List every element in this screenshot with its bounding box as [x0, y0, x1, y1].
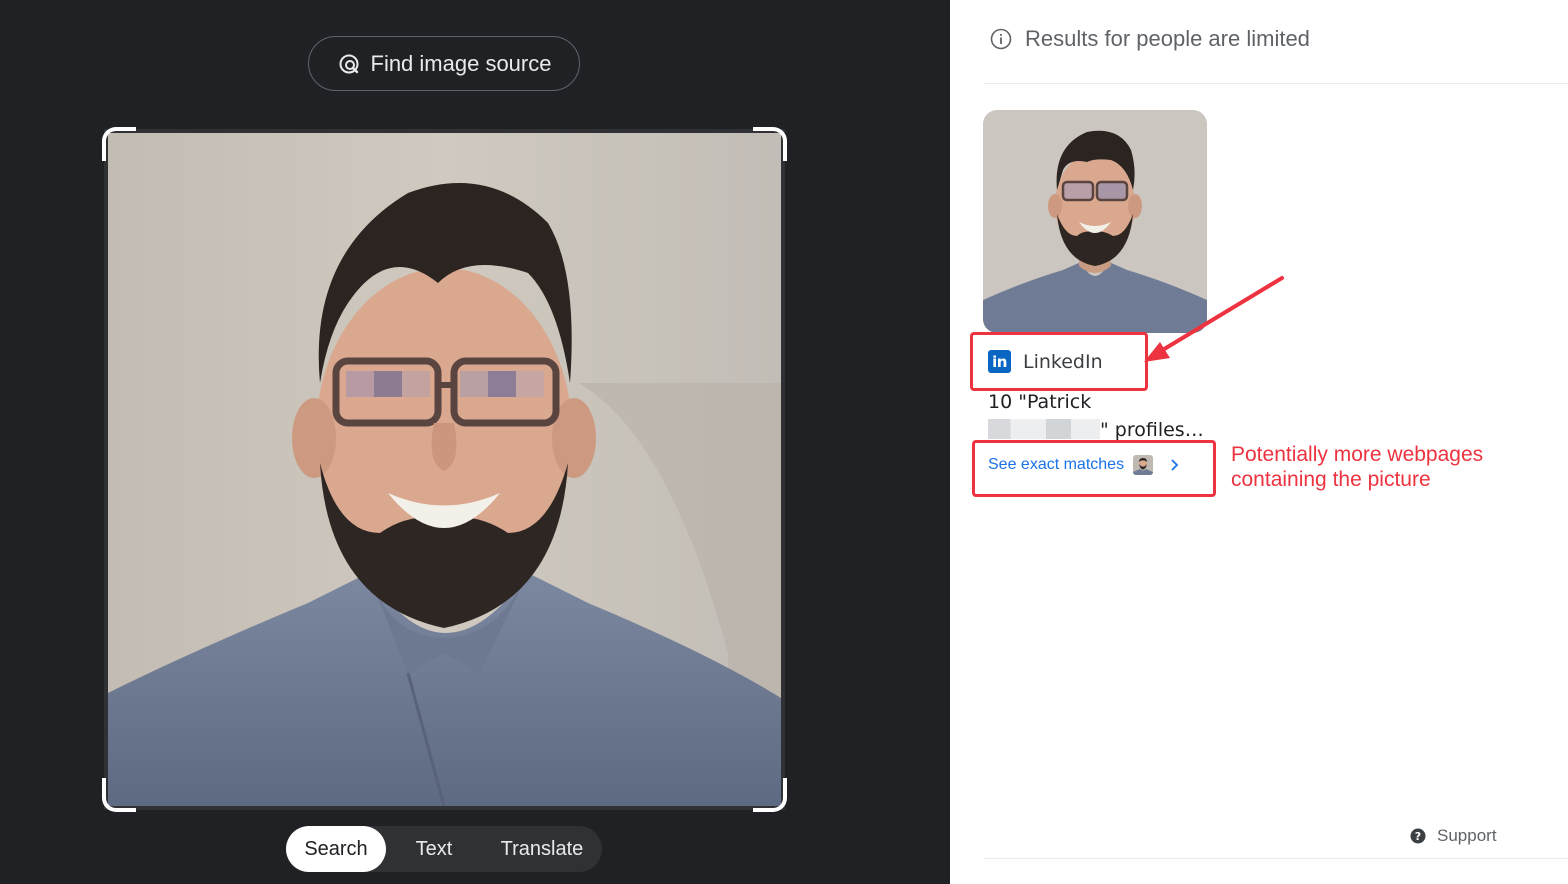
- tab-text[interactable]: Text: [386, 826, 482, 872]
- results-limited-notice: Results for people are limited: [990, 26, 1310, 52]
- selected-image-frame[interactable]: [102, 127, 787, 812]
- find-image-source-label: Find image source: [370, 50, 552, 76]
- crop-handle-top-right[interactable]: [753, 127, 787, 161]
- annotation-box-matches: [972, 440, 1216, 497]
- portrait-photo: [108, 133, 781, 806]
- lens-image-pane: Find image source Search Text Translate: [0, 0, 950, 884]
- result-title[interactable]: 10 "Patrick " profiles…: [988, 388, 1218, 444]
- crop-handle-top-left[interactable]: [102, 127, 136, 161]
- crop-handle-bottom-right[interactable]: [753, 778, 787, 812]
- lens-mode-tabs: Search Text Translate: [286, 826, 602, 872]
- info-icon[interactable]: [990, 28, 1012, 50]
- results-pane: Results for people are limited in Linked…: [950, 0, 1568, 884]
- help-icon: ?: [1410, 828, 1426, 844]
- divider: [984, 858, 1568, 859]
- tab-search[interactable]: Search: [286, 826, 386, 872]
- lens-search-icon: [337, 52, 361, 76]
- svg-text:?: ?: [1415, 830, 1421, 843]
- annotation-arrow: [1144, 276, 1284, 362]
- result-title-line2: " profiles…: [1100, 419, 1204, 441]
- tab-translate[interactable]: Translate: [482, 826, 602, 872]
- result-title-line1: 10 "Patrick: [988, 391, 1092, 413]
- notice-text: Results for people are limited: [1025, 26, 1310, 51]
- annotation-box-source: [970, 332, 1148, 391]
- divider: [984, 83, 1568, 84]
- support-label: Support: [1437, 826, 1497, 845]
- crop-handle-bottom-left[interactable]: [102, 778, 136, 812]
- support-link[interactable]: ? Support: [1410, 826, 1497, 846]
- find-image-source-button[interactable]: Find image source: [308, 36, 580, 91]
- redacted-surname: [988, 419, 1100, 439]
- annotation-note: Potentially more webpages containing the…: [1231, 443, 1484, 491]
